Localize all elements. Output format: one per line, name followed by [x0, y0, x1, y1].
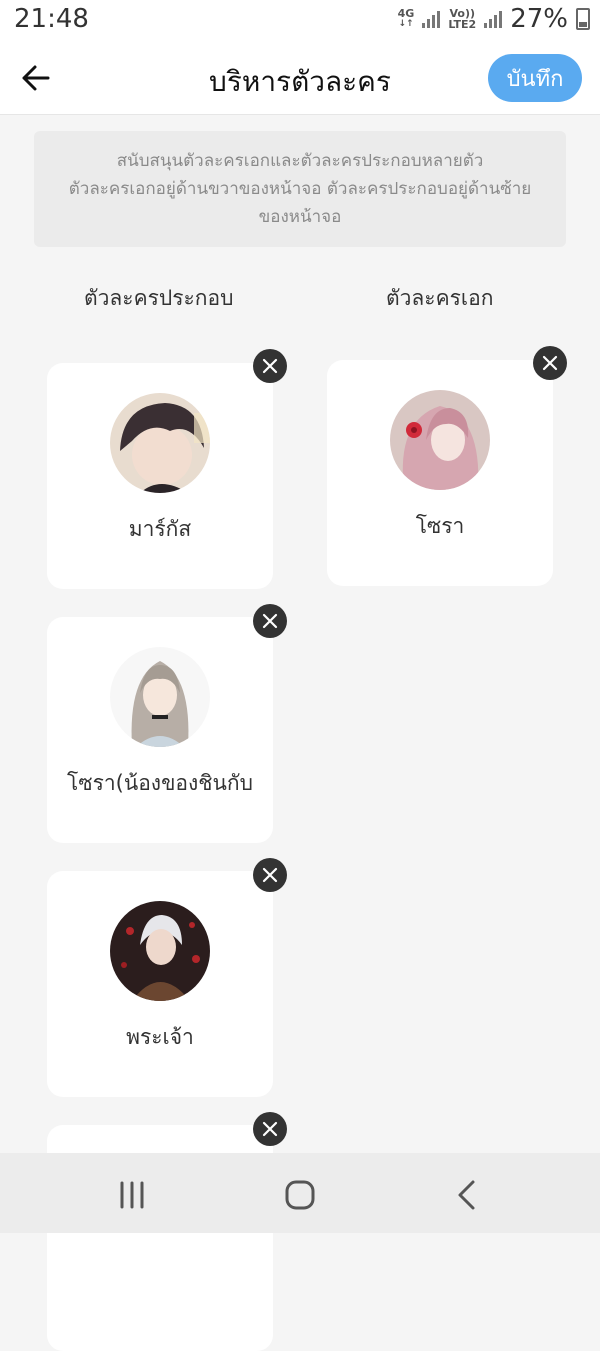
- close-icon: [262, 358, 278, 374]
- network-4g-label: 4G ↓↑: [397, 7, 415, 29]
- close-icon: [262, 613, 278, 629]
- main-character-card[interactable]: โซรา: [327, 360, 553, 586]
- character-name: พระเจ้า: [126, 1025, 194, 1049]
- status-bar: 21:48 4G ↓↑ Vo)) LTE2 27%: [0, 0, 600, 44]
- supporting-character-card[interactable]: โซรา(น้องของชินกับ: [47, 617, 273, 843]
- pink-haired-girl-avatar: [390, 390, 490, 490]
- character-name: มาร์กัส: [128, 517, 192, 541]
- silver-haired-girl-avatar: [110, 647, 210, 747]
- battery-icon: [576, 8, 590, 30]
- character-name: โซรา: [415, 514, 465, 538]
- home-icon: [285, 1180, 315, 1210]
- home-button[interactable]: [280, 1175, 320, 1215]
- close-icon: [262, 1121, 278, 1137]
- close-icon: [262, 867, 278, 883]
- app-header: บริหารตัวละคร บันทึก: [0, 44, 600, 115]
- status-time: 21:48: [14, 4, 89, 34]
- info-notice: สนับสนุนตัวละครเอกและตัวละครประกอบหลายตั…: [34, 131, 566, 247]
- save-button[interactable]: บันทึก: [488, 54, 582, 102]
- white-haired-boy-avatar: [110, 901, 210, 1001]
- signal-icon-2: [484, 10, 503, 28]
- remove-button[interactable]: [533, 346, 567, 380]
- signal-icon: [422, 10, 441, 28]
- back-chevron-icon: [458, 1180, 475, 1210]
- recent-apps-icon: [120, 1181, 144, 1209]
- remove-button[interactable]: [253, 349, 287, 383]
- info-line-2: ตัวละครเอกอยู่ด้านขวาของหน้าจอ ตัวละครปร…: [68, 179, 532, 199]
- remove-button[interactable]: [253, 858, 287, 892]
- system-nav-bar: [0, 1153, 600, 1233]
- supporting-character-card[interactable]: มาร์กัส: [47, 363, 273, 589]
- status-icons: 4G ↓↑ Vo)) LTE2 27%: [398, 4, 590, 34]
- dark-haired-boy-avatar: [110, 393, 210, 493]
- supporting-character-card[interactable]: พระเจ้า: [47, 871, 273, 1097]
- network-lte2-label: Vo)) LTE2: [448, 7, 477, 31]
- nav-back-button[interactable]: [448, 1175, 488, 1215]
- close-icon: [542, 355, 558, 371]
- character-name: โซรา(น้องของชินกับ: [67, 771, 253, 795]
- battery-percent: 27%: [510, 4, 568, 34]
- info-line-1: สนับสนุนตัวละครเอกและตัวละครประกอบหลายตั…: [116, 151, 484, 171]
- remove-button[interactable]: [253, 1112, 287, 1146]
- supporting-column-label: ตัวละครประกอบ: [84, 286, 234, 310]
- recent-apps-button[interactable]: [112, 1175, 152, 1215]
- main-column-label: ตัวละครเอก: [386, 286, 494, 310]
- remove-button[interactable]: [253, 604, 287, 638]
- info-line-3: ของหน้าจอ: [258, 207, 342, 227]
